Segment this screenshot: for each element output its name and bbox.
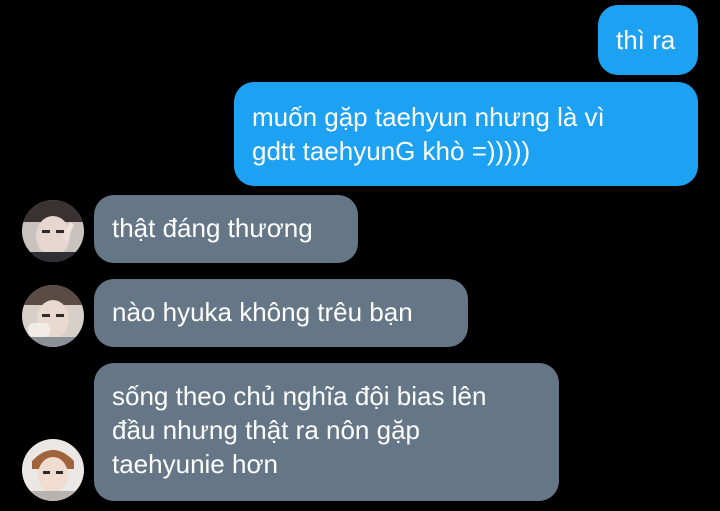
message-bubble-incoming[interactable]: thật đáng thương bbox=[94, 195, 358, 263]
user-avatar[interactable] bbox=[22, 285, 84, 347]
user-avatar[interactable] bbox=[22, 439, 84, 501]
message-bubble-incoming[interactable]: sống theo chủ nghĩa đội bias lên đầu như… bbox=[94, 363, 559, 501]
user-avatar[interactable] bbox=[22, 200, 84, 262]
message-bubble-incoming[interactable]: nào hyuka không trêu bạn bbox=[94, 279, 468, 347]
message-bubble-outgoing[interactable]: muốn gặp taehyun nhưng là vì gdtt taehyu… bbox=[234, 82, 698, 186]
message-bubble-outgoing[interactable]: thì ra bbox=[598, 5, 698, 75]
